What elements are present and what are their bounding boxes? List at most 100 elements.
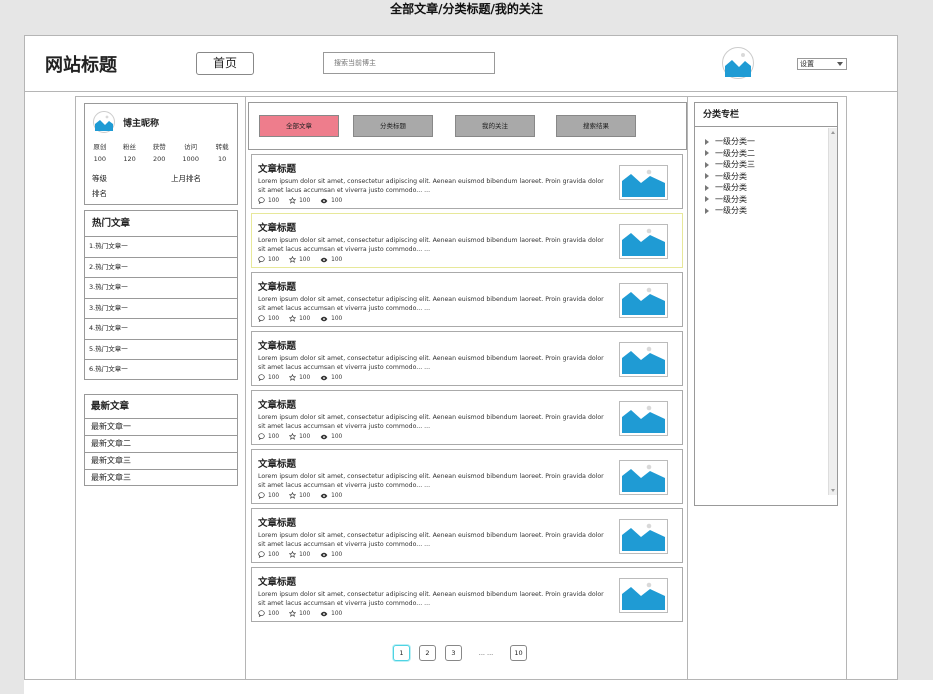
star-icon <box>289 256 297 263</box>
eye-icon <box>320 316 328 322</box>
category-scrollbar[interactable] <box>828 128 837 495</box>
article-title[interactable]: 文章标题 <box>258 161 296 175</box>
star-count[interactable]: 100 <box>289 610 310 617</box>
scroll-down-icon[interactable] <box>831 489 835 492</box>
latest-articles-title: 最新文章 <box>85 395 237 419</box>
category-item[interactable]: 一级分类 <box>705 182 828 194</box>
hot-article-item[interactable]: 6.热门文章一 <box>85 360 237 381</box>
user-avatar-icon[interactable] <box>722 46 754 80</box>
article-tabs: 全部文章 分类标题 我的关注 搜索结果 <box>248 102 687 150</box>
star-count[interactable]: 100 <box>289 315 310 322</box>
star-count[interactable]: 100 <box>289 492 310 499</box>
page-button[interactable]: 3 <box>445 645 462 661</box>
stat-reposts: 转载 10 <box>216 141 229 165</box>
category-item[interactable]: 一级分类 <box>705 205 828 217</box>
eye-icon <box>320 434 328 440</box>
caret-right-icon <box>705 196 709 203</box>
category-label: 一级分类 <box>715 194 747 204</box>
comment-count[interactable]: 100 <box>258 551 279 558</box>
article-card[interactable]: 文章标题 Lorem ipsum dolor sit amet, consecte… <box>251 567 683 622</box>
image-placeholder-icon[interactable] <box>619 401 668 436</box>
image-placeholder-icon[interactable] <box>619 519 668 554</box>
latest-article-item[interactable]: 最新文章三 <box>85 470 237 487</box>
image-placeholder-icon[interactable] <box>619 342 668 377</box>
page-button[interactable]: 1 <box>393 645 410 661</box>
star-count[interactable]: 100 <box>289 374 310 381</box>
hot-article-item[interactable]: 4.热门文章一 <box>85 319 237 340</box>
image-placeholder-icon[interactable] <box>619 165 668 200</box>
comment-count[interactable]: 100 <box>258 492 279 499</box>
article-title[interactable]: 文章标题 <box>258 456 296 470</box>
view-count-value: 100 <box>331 551 343 558</box>
article-card[interactable]: 文章标题 Lorem ipsum dolor sit amet, consecte… <box>251 272 683 327</box>
view-count-value: 100 <box>331 610 343 617</box>
hot-article-item[interactable]: 2.热门文章一 <box>85 258 237 278</box>
site-title[interactable]: 网站标题 <box>45 51 117 77</box>
comment-count-value: 100 <box>268 256 280 263</box>
star-count-value: 100 <box>299 492 311 499</box>
article-card[interactable]: 文章标题 Lorem ipsum dolor sit amet, consecte… <box>251 154 683 209</box>
hot-article-item[interactable]: 3.热门文章一 <box>85 278 237 299</box>
hot-article-item[interactable]: 5.热门文章一 <box>85 340 237 360</box>
tab-category[interactable]: 分类标题 <box>353 115 433 137</box>
article-card[interactable]: 文章标题 Lorem ipsum dolor sit amet, consecte… <box>251 508 683 563</box>
latest-article-item[interactable]: 最新文章三 <box>85 453 237 470</box>
article-title[interactable]: 文章标题 <box>258 338 296 352</box>
hot-article-item[interactable]: 3.热门文章一 <box>85 299 237 319</box>
category-item[interactable]: 一级分类一 <box>705 136 828 148</box>
page-button-last[interactable]: 10 <box>510 645 527 661</box>
scroll-up-icon[interactable] <box>831 131 835 134</box>
page-button[interactable]: 2 <box>419 645 436 661</box>
image-placeholder-icon[interactable] <box>619 578 668 613</box>
view-count: 100 <box>320 374 342 381</box>
image-placeholder-icon[interactable] <box>619 224 668 259</box>
article-title[interactable]: 文章标题 <box>258 220 296 234</box>
article-title[interactable]: 文章标题 <box>258 279 296 293</box>
search-input[interactable] <box>323 52 495 74</box>
article-title[interactable]: 文章标题 <box>258 515 296 529</box>
caret-right-icon <box>705 207 709 214</box>
category-label: 一级分类 <box>715 183 747 192</box>
view-count: 100 <box>320 610 342 617</box>
stat-likes: 获赞 200 <box>153 141 166 165</box>
hot-article-item[interactable]: 1.热门文章一 <box>85 237 237 258</box>
article-list: 文章标题 Lorem ipsum dolor sit amet, consecte… <box>251 154 683 626</box>
article-card[interactable]: 文章标题 Lorem ipsum dolor sit amet, consecte… <box>251 213 683 268</box>
star-count[interactable]: 100 <box>289 256 310 263</box>
category-item[interactable]: 一级分类二 <box>705 148 828 160</box>
comment-count[interactable]: 100 <box>258 610 279 617</box>
article-title[interactable]: 文章标题 <box>258 397 296 411</box>
blogger-avatar-icon[interactable] <box>93 111 115 133</box>
latest-article-item[interactable]: 最新文章一 <box>85 419 237 436</box>
latest-article-item[interactable]: 最新文章二 <box>85 436 237 453</box>
image-placeholder-icon[interactable] <box>619 460 668 495</box>
view-count: 100 <box>320 492 342 499</box>
star-count[interactable]: 100 <box>289 197 310 204</box>
home-button[interactable]: 首页 <box>196 52 254 75</box>
star-count[interactable]: 100 <box>289 433 310 440</box>
comment-count[interactable]: 100 <box>258 256 279 263</box>
comment-count[interactable]: 100 <box>258 433 279 440</box>
comment-count[interactable]: 100 <box>258 197 279 204</box>
star-count[interactable]: 100 <box>289 551 310 558</box>
tab-following[interactable]: 我的关注 <box>455 115 535 137</box>
comment-count[interactable]: 100 <box>258 374 279 381</box>
article-meta: 100 100 100 <box>258 374 342 381</box>
category-label: 一级分类 <box>715 171 747 181</box>
article-summary: Lorem ipsum dolor sit amet, consectetur … <box>258 473 604 489</box>
comment-count[interactable]: 100 <box>258 315 279 322</box>
tab-all-articles[interactable]: 全部文章 <box>259 115 339 137</box>
tab-search-results[interactable]: 搜索结果 <box>556 115 636 137</box>
article-card[interactable]: 文章标题 Lorem ipsum dolor sit amet, consecte… <box>251 449 683 504</box>
bottom-strip <box>24 680 933 694</box>
view-count-value: 100 <box>331 197 343 204</box>
category-item[interactable]: 一级分类 <box>705 194 828 206</box>
image-placeholder-icon[interactable] <box>619 283 668 318</box>
comment-icon <box>258 315 265 322</box>
category-item[interactable]: 一级分类 <box>705 171 828 183</box>
article-card[interactable]: 文章标题 Lorem ipsum dolor sit amet, consecte… <box>251 390 683 445</box>
category-item[interactable]: 一级分类三 <box>705 159 828 171</box>
article-title[interactable]: 文章标题 <box>258 574 296 588</box>
article-card[interactable]: 文章标题 Lorem ipsum dolor sit amet, consecte… <box>251 331 683 386</box>
settings-dropdown[interactable]: 设置 <box>797 58 847 70</box>
